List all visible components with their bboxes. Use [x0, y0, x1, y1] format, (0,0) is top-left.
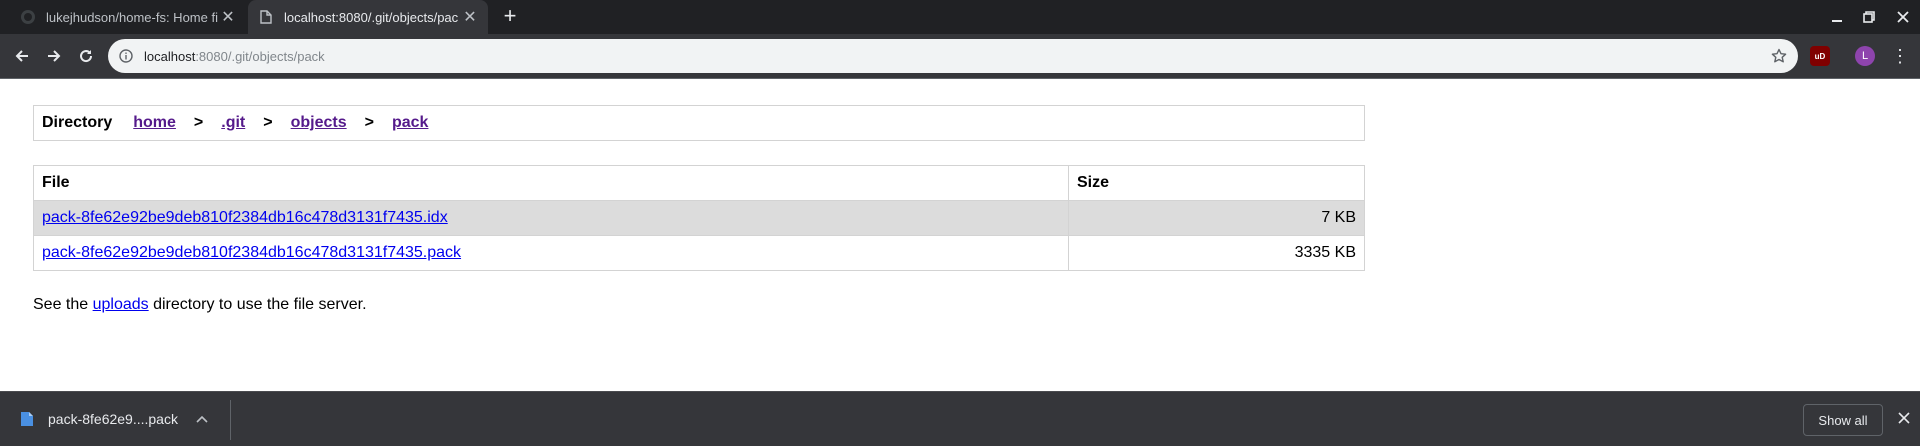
breadcrumb-separator: >	[193, 114, 204, 131]
breadcrumb-link-objects[interactable]: objects	[291, 114, 347, 132]
close-icon[interactable]: ✕	[218, 7, 238, 27]
file-icon	[21, 412, 33, 426]
file-cell: pack-8fe62e92be9deb810f2384db16c478d3131…	[33, 235, 1069, 271]
show-all-button[interactable]: Show all	[1803, 404, 1883, 436]
uploads-link[interactable]: uploads	[93, 296, 149, 313]
close-icon[interactable]: ✕	[460, 7, 480, 27]
download-item[interactable]: pack-8fe62e9....pack	[20, 402, 208, 436]
tab-localhost[interactable]: localhost:8080/.git/objects/pac ✕	[248, 0, 488, 34]
forward-icon[interactable]	[40, 42, 68, 70]
shelf-divider	[230, 400, 231, 440]
back-icon[interactable]	[8, 42, 36, 70]
file-link[interactable]: pack-8fe62e92be9deb810f2384db16c478d3131…	[42, 244, 461, 261]
breadcrumb-link-home[interactable]: home	[133, 114, 176, 132]
breadcrumb-link-git[interactable]: .git	[221, 114, 245, 132]
close-window-icon[interactable]	[1886, 0, 1920, 34]
url-path: :8080/.git/objects/pack	[195, 48, 325, 64]
footer-note: See the uploads directory to use the fil…	[33, 296, 367, 314]
browser-toolbar: localhost:8080/.git/objects/pack uD L ⋮	[0, 34, 1920, 78]
tab-strip: lukejhudson/home-fs: Home fi ✕ localhost…	[0, 0, 1920, 34]
chevron-up-icon[interactable]	[196, 412, 208, 426]
breadcrumb: Directory home > .git > objects > pack	[33, 105, 1365, 141]
ublock-extension-icon[interactable]: uD	[1810, 46, 1830, 66]
menu-icon[interactable]: ⋮	[1890, 44, 1910, 68]
file-cell: pack-8fe62e92be9deb810f2384db16c478d3131…	[33, 200, 1069, 236]
restore-icon[interactable]	[1852, 0, 1886, 34]
column-header-size: Size	[1068, 165, 1365, 201]
github-icon	[20, 9, 36, 25]
url-text: localhost:8080/.git/objects/pack	[144, 49, 325, 64]
download-shelf: pack-8fe62e9....pack Show all	[0, 391, 1920, 446]
tab-github[interactable]: lukejhudson/home-fs: Home fi ✕	[10, 0, 246, 34]
new-tab-button[interactable]: +	[498, 5, 522, 29]
page-icon	[258, 9, 274, 25]
table-row: pack-8fe62e92be9deb810f2384db16c478d3131…	[33, 200, 1365, 236]
size-cell: 7 KB	[1068, 200, 1365, 236]
breadcrumb-separator: >	[263, 114, 273, 131]
reload-icon[interactable]	[72, 42, 100, 70]
file-link[interactable]: pack-8fe62e92be9deb810f2384db16c478d3131…	[42, 209, 448, 226]
breadcrumb-label: Directory	[42, 114, 113, 131]
size-cell: 3335 KB	[1068, 235, 1365, 271]
page-content: Directory home > .git > objects > pack F…	[0, 79, 1920, 391]
info-icon[interactable]	[118, 48, 134, 64]
tab-title: lukejhudson/home-fs: Home fi	[46, 9, 218, 25]
breadcrumb-link-pack[interactable]: pack	[392, 114, 428, 132]
tab-title: localhost:8080/.git/objects/pac	[284, 9, 459, 25]
footer-text-after: directory to use the file server.	[148, 296, 367, 313]
table-row: pack-8fe62e92be9deb810f2384db16c478d3131…	[33, 235, 1365, 271]
bookmark-star-icon[interactable]	[1770, 47, 1788, 65]
breadcrumb-separator: >	[364, 114, 374, 131]
close-icon[interactable]	[1894, 408, 1914, 428]
minimize-icon[interactable]	[1820, 0, 1854, 34]
url-host: localhost	[144, 48, 196, 64]
column-header-file: File	[33, 165, 1069, 201]
file-table: File Size pack-8fe62e92be9deb810f2384db1…	[33, 165, 1365, 271]
profile-avatar[interactable]: L	[1855, 46, 1875, 66]
footer-text-before: See the	[33, 296, 93, 313]
download-filename: pack-8fe62e9....pack	[48, 411, 178, 427]
table-header-row: File Size	[33, 165, 1365, 201]
address-bar[interactable]: localhost:8080/.git/objects/pack	[108, 39, 1798, 73]
